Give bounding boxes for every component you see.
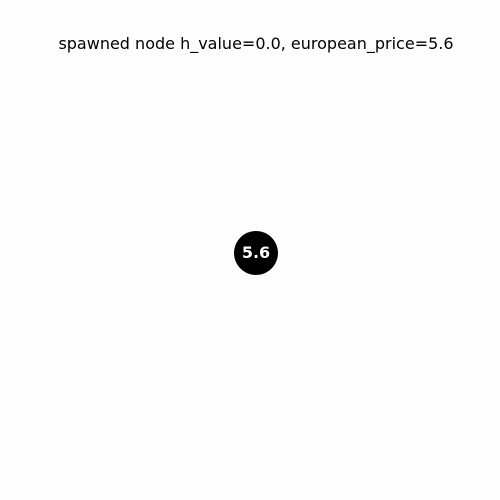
- tree-node: 5.6: [234, 231, 278, 275]
- diagram-canvas: spawned node h_value=0.0, european_price…: [0, 0, 500, 500]
- node-label: 5.6: [241, 243, 271, 262]
- diagram-title: spawned node h_value=0.0, european_price…: [58, 34, 454, 53]
